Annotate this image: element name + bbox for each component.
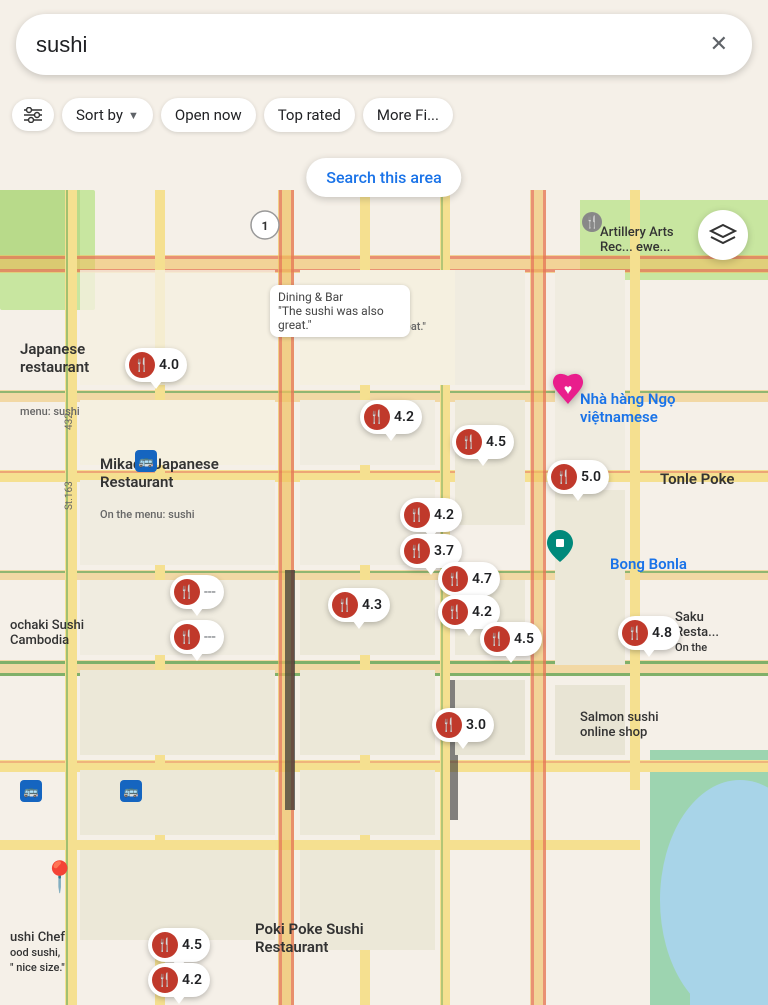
marker-rating: 4.8	[652, 625, 672, 641]
marker-rating: 4.2	[434, 507, 454, 523]
teal-location-pin[interactable]: 📍	[41, 860, 78, 895]
bus-stop-2: 🚌	[20, 780, 42, 802]
marker-icon: 🍴	[456, 429, 482, 455]
layer-button[interactable]	[698, 210, 748, 260]
marker-icon: 🍴	[152, 967, 178, 993]
marker-rating: 4.2	[182, 972, 202, 988]
dining-info-popup: Dining & Bar"The sushi was also great."	[270, 285, 410, 337]
svg-text:1: 1	[262, 219, 269, 233]
svg-text:432: 432	[64, 413, 75, 430]
marker-icon: 🍴	[174, 579, 200, 605]
more-filters-label: More Fi...	[377, 106, 439, 124]
marker-rating: 4.0	[159, 357, 179, 373]
marker-rating: ---	[204, 584, 216, 600]
top-rated-label: Top rated	[278, 106, 341, 124]
marker-icon: 🍴	[332, 592, 358, 618]
blue-location-pin[interactable]	[547, 530, 573, 569]
marker-rating: 3.0	[466, 717, 486, 733]
marker-icon: 🍴	[484, 626, 510, 652]
bus-stop-3: 🚌	[120, 780, 142, 802]
marker-rating: 4.2	[394, 409, 414, 425]
marker-icon: 🍴	[442, 566, 468, 592]
marker-dash-1[interactable]: 🍴 ---	[170, 575, 224, 609]
marker-icon: 🍴	[622, 620, 648, 646]
clear-icon[interactable]: ✕	[706, 28, 732, 61]
heart-pin[interactable]: ♥	[550, 370, 586, 414]
search-bar: ✕	[16, 14, 752, 75]
marker-4-8[interactable]: 🍴 4.8	[618, 616, 680, 650]
open-now-label: Open now	[175, 106, 242, 124]
marker-4-2-bottom[interactable]: 🍴 4.2	[148, 963, 210, 997]
marker-rating: 5.0	[581, 469, 601, 485]
marker-icon: 🍴	[152, 932, 178, 958]
marker-rating: 4.3	[362, 597, 382, 613]
marker-icon: 🍴	[436, 712, 462, 738]
marker-dash-2[interactable]: 🍴 ---	[170, 620, 224, 654]
marker-4-2-mid[interactable]: 🍴 4.2	[400, 498, 462, 532]
marker-icon: 🍴	[442, 599, 468, 625]
marker-icon: 🍴	[364, 404, 390, 430]
marker-4-7[interactable]: 🍴 4.7	[438, 562, 500, 596]
adjust-icon	[24, 107, 42, 123]
sort-by-label: Sort by	[76, 106, 123, 124]
marker-rating: 4.5	[182, 937, 202, 953]
marker-4-3[interactable]: 🍴 4.3	[328, 588, 390, 622]
marker-5-0[interactable]: 🍴 5.0	[547, 460, 609, 494]
search-area-button[interactable]: Search this area	[306, 158, 461, 197]
bus-stop-1: 🚌	[135, 450, 157, 472]
marker-4-5-bottom[interactable]: 🍴 4.5	[148, 928, 210, 962]
search-bar-container: ✕	[0, 0, 768, 85]
marker-rating: 3.7	[434, 543, 454, 559]
restaurant-icon-artillery: 🍴	[582, 212, 602, 236]
marker-icon: 🍴	[404, 502, 430, 528]
map-container[interactable]: 1 St.163 432 Japaneserestaurant menu: su…	[0, 0, 768, 1005]
svg-text:St.163: St.163	[64, 481, 75, 510]
marker-4-0[interactable]: 🍴 4.0	[125, 348, 187, 382]
marker-rating: 4.7	[472, 571, 492, 587]
search-area-text: Search this area	[326, 168, 441, 187]
open-now-chip[interactable]: Open now	[161, 98, 256, 132]
marker-icon: 🍴	[129, 352, 155, 378]
marker-rating: 4.5	[514, 631, 534, 647]
marker-icon: 🍴	[174, 624, 200, 650]
marker-icon: 🍴	[404, 538, 430, 564]
marker-rating: 4.2	[472, 604, 492, 620]
sort-by-chip[interactable]: Sort by ▼	[62, 98, 153, 132]
marker-3-0[interactable]: 🍴 3.0	[432, 708, 494, 742]
sort-by-arrow: ▼	[128, 109, 139, 122]
filter-bar: Sort by ▼ Open now Top rated More Fi...	[0, 90, 768, 140]
more-filters-chip[interactable]: More Fi...	[363, 98, 453, 132]
svg-text:🍴: 🍴	[585, 215, 600, 229]
search-input[interactable]	[36, 32, 706, 58]
marker-icon: 🍴	[551, 464, 577, 490]
marker-4-5[interactable]: 🍴 4.5	[452, 425, 514, 459]
marker-rating: 4.5	[486, 434, 506, 450]
marker-4-2-top[interactable]: 🍴 4.2	[360, 400, 422, 434]
layers-icon	[709, 221, 737, 249]
marker-rating: ---	[204, 629, 216, 645]
marker-4-5-lower[interactable]: 🍴 4.5	[480, 622, 542, 656]
top-rated-chip[interactable]: Top rated	[264, 98, 355, 132]
svg-text:♥: ♥	[564, 382, 572, 398]
filter-adjust-chip[interactable]	[12, 99, 54, 131]
